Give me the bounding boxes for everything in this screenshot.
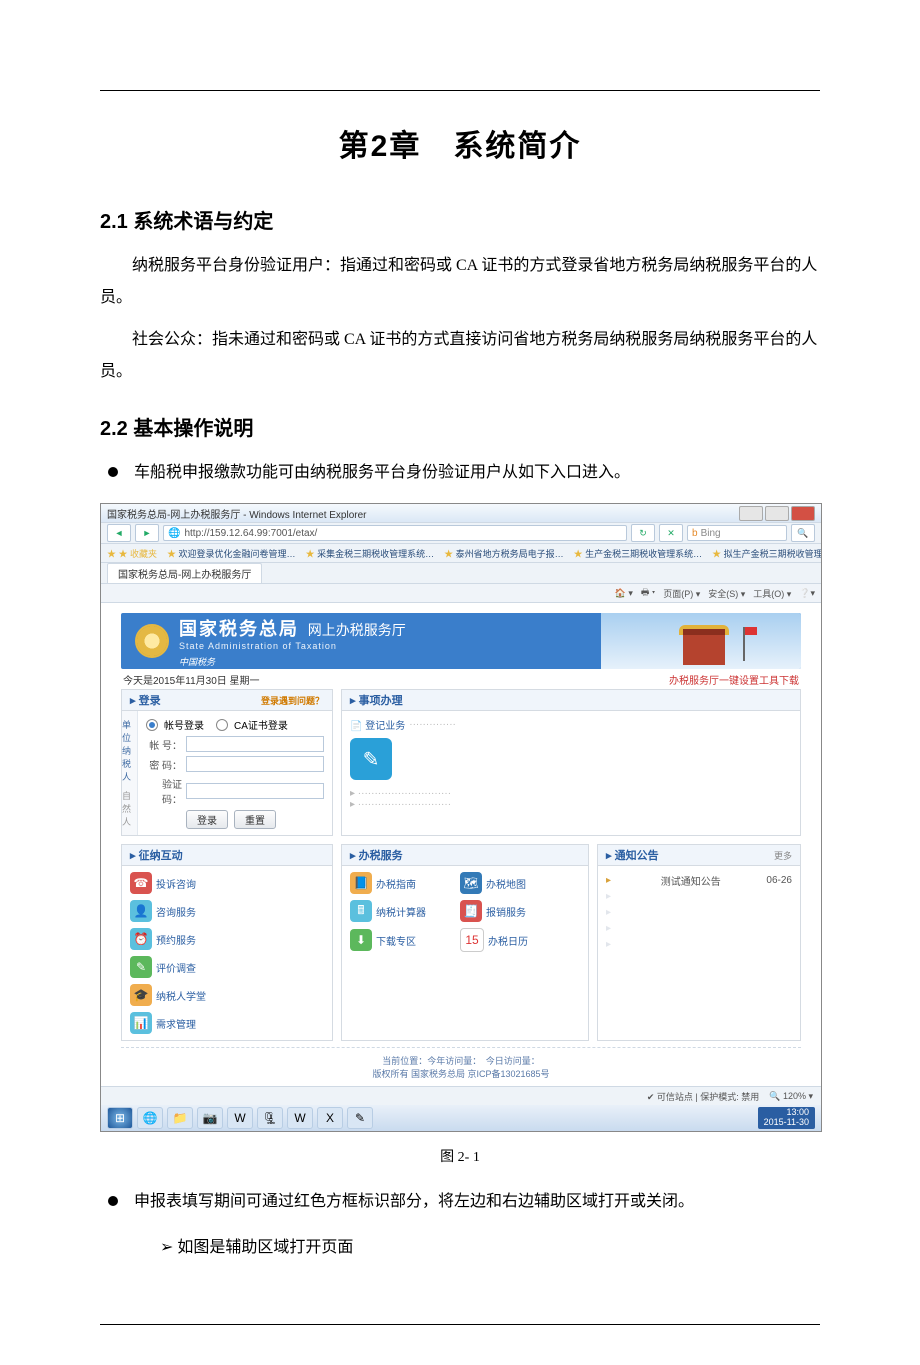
today-date: 今天是2015年11月30日 星期一 — [123, 672, 260, 687]
notice-item[interactable]: 测试通知公告06-26 — [606, 872, 792, 888]
survey-icon: ✎ — [130, 956, 152, 978]
refresh-button[interactable]: ↻ — [631, 524, 655, 542]
figure-2-1-screenshot: 国家税务总局-网上办税服务厅 - Windows Internet Explor… — [100, 503, 822, 1132]
password-input[interactable] — [186, 756, 324, 772]
start-button[interactable]: ⊞ — [107, 1107, 133, 1129]
reset-button[interactable]: 重置 — [234, 810, 276, 829]
help-icon[interactable]: ❔▾ — [799, 588, 815, 599]
invoice-icon: 🧾 — [460, 900, 482, 922]
favorites-bar: ★ 收藏夹 欢迎登录优化金融问卷管理… 采集金税三期税收管理系统… 泰州省地方税… — [101, 544, 821, 563]
browser-search-input[interactable]: bBing — [687, 525, 787, 541]
service-link[interactable]: 报销服务 — [486, 904, 526, 919]
captcha-input[interactable] — [186, 783, 324, 799]
complaint-icon: ☎ — [130, 872, 152, 894]
login-help-link[interactable]: 登录遇到问题？ — [261, 694, 324, 707]
window-title: 国家税务总局-网上办税服务厅 - Windows Internet Explor… — [107, 506, 367, 521]
para-1: 纳税服务平台身份验证用户：指通过和密码或 CA 证书的方式登录省地方税务局纳税服… — [100, 250, 820, 314]
taskbar-app-icon[interactable]: W — [227, 1107, 253, 1129]
fav-link[interactable]: 欢迎登录优化金融问卷管理… — [167, 547, 296, 560]
minimize-button[interactable] — [739, 506, 763, 521]
maximize-button[interactable] — [765, 506, 789, 521]
demand-icon: 📊 — [130, 1012, 152, 1034]
feed-icon[interactable]: 🖶 ▾ — [641, 585, 655, 601]
browser-tab[interactable]: 国家税务总局-网上办税服务厅 — [107, 563, 262, 583]
taskbar-app-icon[interactable]: 📷 — [197, 1107, 223, 1129]
taskbar-app-icon[interactable]: W — [287, 1107, 313, 1129]
service-link[interactable]: 评价调查 — [156, 960, 196, 975]
taskbar-clock[interactable]: 13:002015-11-30 — [758, 1107, 815, 1129]
figure-caption: 图 2- 1 — [100, 1146, 820, 1166]
consult-icon: 👤 — [130, 900, 152, 922]
map-icon: 🗺 — [460, 872, 482, 894]
login-mode-radio[interactable]: 帐号登录 CA证书登录 — [146, 717, 324, 732]
ie-menu[interactable]: 工具(O) ▾ — [753, 587, 791, 600]
guide-icon: 📘 — [350, 872, 372, 894]
register-business-link[interactable]: 📄 登记业务 — [350, 717, 405, 732]
service-link[interactable]: 需求管理 — [156, 1016, 196, 1031]
para-2: 社会公众：指未通过和密码或 CA 证书的方式直接访问省地方税务局纳税服务局纳税服… — [100, 324, 820, 388]
ie-menu[interactable]: 安全(S) ▾ — [708, 587, 745, 600]
marquee-link[interactable]: 办税服务厅一键设置工具下载 — [669, 672, 799, 687]
site-banner: 国家税务总局 网上办税服务厅 State Administration of T… — [121, 613, 801, 669]
school-icon: 🎓 — [130, 984, 152, 1006]
service-link[interactable]: 办税指南 — [376, 876, 416, 891]
fav-link[interactable]: 采集金税三期税收管理系统… — [306, 547, 435, 560]
ie-menu[interactable]: 页面(P) ▾ — [663, 587, 700, 600]
forward-button[interactable]: ► — [135, 524, 159, 542]
home-icon[interactable]: 🏠 ▾ — [615, 588, 633, 599]
service-link[interactable]: 投诉咨询 — [156, 876, 196, 891]
taxpayer-type-tabs[interactable]: 单位纳税人 自然人 — [122, 711, 138, 835]
zoom-indicator[interactable]: 🔍 120% ▾ — [769, 1091, 813, 1102]
service-link[interactable]: 办税地图 — [486, 876, 526, 891]
calendar-icon: 15 — [460, 928, 484, 952]
service-link[interactable]: 下载专区 — [376, 933, 416, 948]
search-button[interactable]: 🔍 — [791, 524, 815, 542]
service-link[interactable]: 咨询服务 — [156, 904, 196, 919]
service-link[interactable]: 预约服务 — [156, 932, 196, 947]
login-button[interactable]: 登录 — [186, 810, 228, 829]
fav-link[interactable]: 拟生产金税三期税收管理… — [712, 547, 821, 560]
taskbar: ⊞ 🌐 📁 📷 W 🗜 W X ✎ 13:002015-11-30 — [101, 1105, 821, 1131]
service-link[interactable]: 纳税人学堂 — [156, 988, 206, 1003]
service-link[interactable]: 办税日历 — [488, 933, 528, 948]
address-bar[interactable]: 🌐http://159.12.64.99:7001/etax/ — [163, 525, 627, 541]
site-footer: 当前位置：今年访问量： 今日访问量： 版权所有 国家税务总局 京ICP备1302… — [121, 1047, 801, 1082]
calculator-icon: 🖩 — [350, 900, 372, 922]
taskbar-app-icon[interactable]: 🗜 — [257, 1107, 283, 1129]
taskbar-app-icon[interactable]: ✎ — [347, 1107, 373, 1129]
sub-bullet-1: 如图是辅助区域打开页面 — [160, 1232, 820, 1264]
download-icon: ⬇ — [350, 929, 372, 951]
bullet-1: 车船税申报缴款功能可由纳税服务平台身份验证用户从如下入口进入。 — [100, 457, 820, 489]
service-link[interactable]: 纳税计算器 — [376, 904, 426, 919]
appointment-icon: ⏰ — [130, 928, 152, 950]
bullet-2: 申报表填写期间可通过红色方框标识部分，将左边和右边辅助区域打开或关闭。 — [100, 1186, 820, 1218]
section-2-2: 2.2 基本操作说明 — [100, 412, 820, 441]
taskbar-app-icon[interactable]: X — [317, 1107, 343, 1129]
username-input[interactable] — [186, 736, 324, 752]
section-2-1: 2.1 系统术语与约定 — [100, 205, 820, 234]
more-link[interactable]: 更多 — [774, 849, 792, 862]
taskbar-app-icon[interactable]: 🌐 — [137, 1107, 163, 1129]
register-business-icon[interactable]: ✎ — [350, 738, 392, 780]
close-button[interactable] — [791, 506, 815, 521]
fav-link[interactable]: 生产金税三期税收管理系统… — [574, 547, 703, 560]
emblem-icon — [135, 624, 169, 658]
chapter-title: 第2章 系统简介 — [100, 121, 820, 165]
taskbar-app-icon[interactable]: 📁 — [167, 1107, 193, 1129]
stop-button[interactable]: ✕ — [659, 524, 683, 542]
back-button[interactable]: ◄ — [107, 524, 131, 542]
fav-link[interactable]: 泰州省地方税务局电子报… — [444, 547, 564, 560]
